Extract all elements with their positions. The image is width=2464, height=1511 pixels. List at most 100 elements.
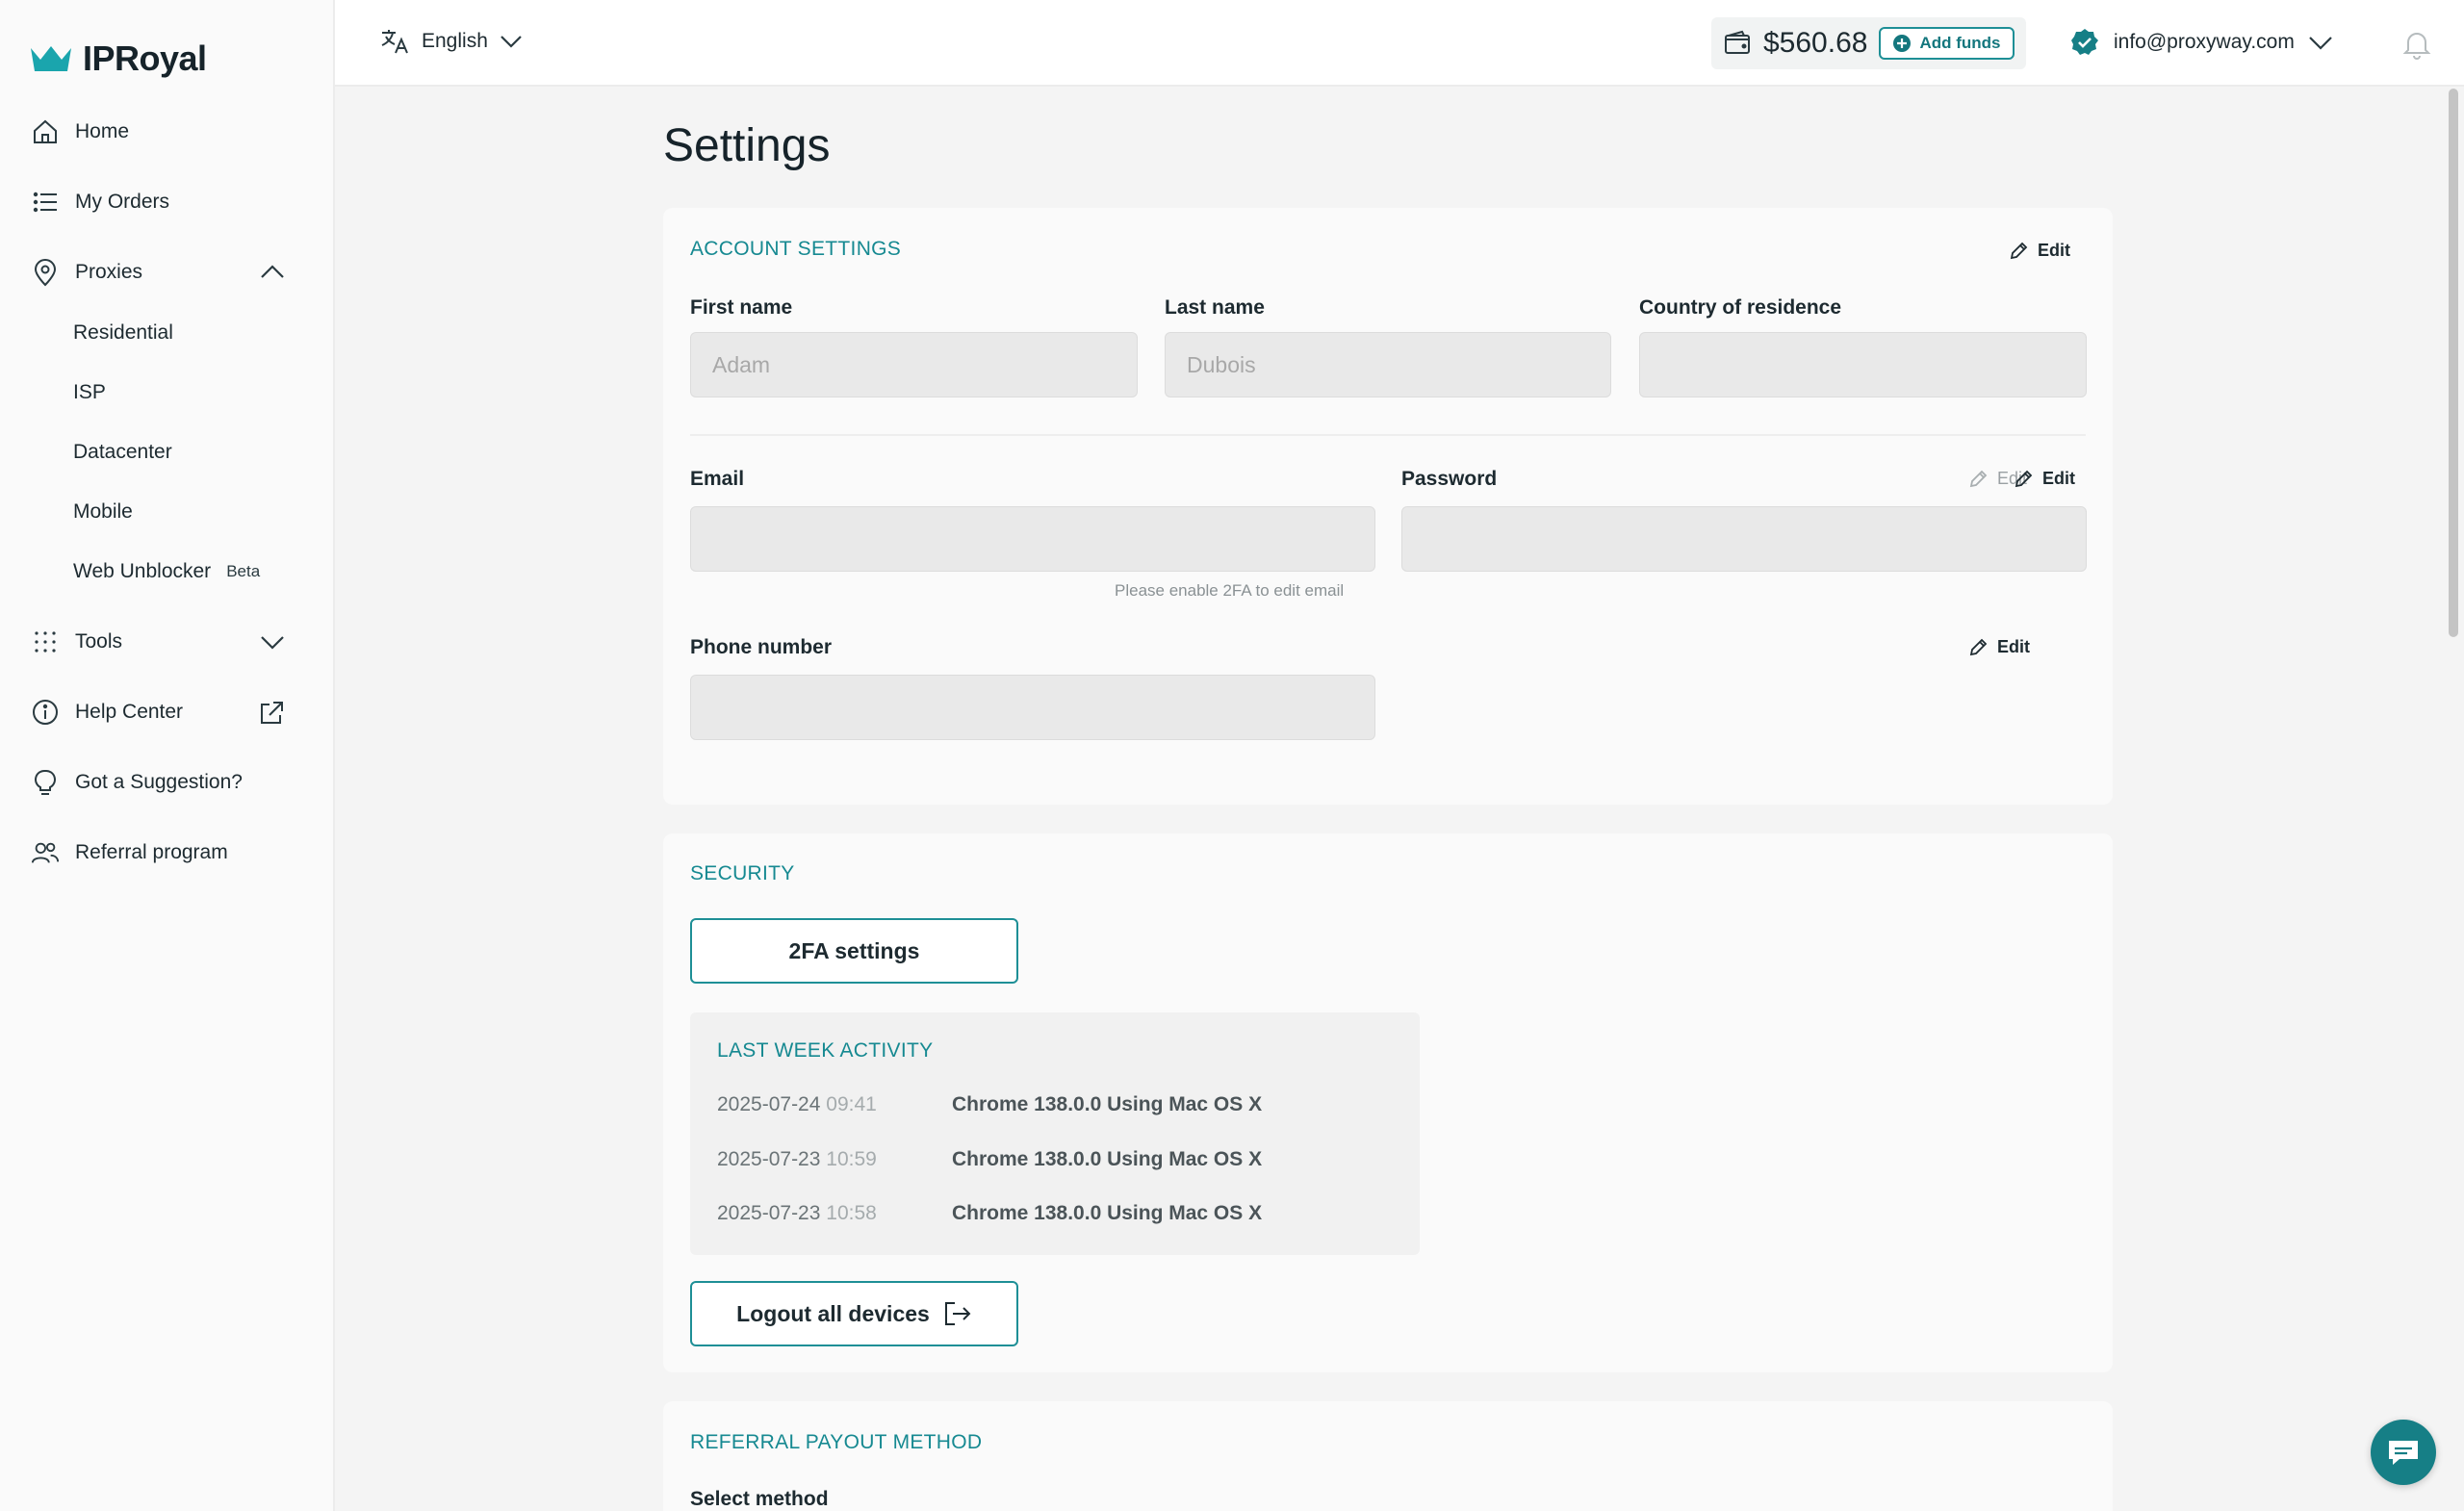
sidebar-item-referral-program[interactable]: Referral program: [31, 838, 228, 867]
sidebar-subitem-residential[interactable]: Residential: [73, 321, 173, 345]
sidebar-subitem-label: Residential: [73, 321, 173, 344]
beta-badge: Beta: [226, 562, 261, 580]
first-name-label: First name: [690, 296, 793, 319]
activity-description: Chrome 138.0.0 Using Mac OS X: [952, 1202, 1263, 1224]
edit-label: Edit: [1997, 637, 2030, 656]
brand-name: IPRoyal: [83, 38, 207, 78]
activity-date: 2025-07-23: [717, 1148, 821, 1170]
info-icon: [31, 698, 60, 727]
section-divider: [690, 434, 2086, 436]
sidebar-item-tools[interactable]: Tools: [31, 627, 122, 656]
phone-field[interactable]: [690, 675, 1375, 740]
chat-button[interactable]: [2371, 1420, 2436, 1485]
sidebar-item-my-orders[interactable]: My Orders: [31, 188, 169, 217]
location-pin-icon: [31, 258, 60, 287]
verified-badge-icon: [2071, 29, 2098, 55]
logout-label: Logout all devices: [736, 1300, 930, 1326]
security-card: SECURITY 2FA settings LAST WEEK ACTIVITY…: [663, 833, 2113, 1372]
wallet-icon: [1725, 30, 1750, 54]
sidebar-item-label: Referral program: [75, 841, 228, 863]
account-settings-title: ACCOUNT SETTINGS: [690, 238, 902, 260]
grid-dots-icon: [31, 627, 60, 656]
edit-label: Edit: [2038, 241, 2070, 260]
add-funds-button[interactable]: Add funds: [1879, 27, 2015, 60]
activity-row: 2025-07-23 10:59 Chrome 138.0.0 Using Ma…: [717, 1148, 1262, 1171]
language-label: English: [422, 30, 488, 52]
sidebar-item-label: Proxies: [75, 261, 143, 283]
crown-icon: [31, 46, 71, 71]
brand-logo[interactable]: IPRoyal: [29, 38, 207, 79]
account-settings-card: ACCOUNT SETTINGS Edit First name Adam La…: [663, 208, 2113, 805]
add-funds-label: Add funds: [1919, 34, 2001, 52]
last-week-activity-panel: LAST WEEK ACTIVITY 2025-07-24 09:41 Chro…: [690, 1012, 1420, 1255]
logout-all-devices-button[interactable]: Logout all devices: [690, 1281, 1018, 1346]
language-selector[interactable]: English: [379, 27, 523, 56]
chevron-down-icon[interactable]: [260, 631, 285, 653]
page-scrollbar[interactable]: [2443, 87, 2464, 1511]
translate-icon: [381, 30, 408, 54]
activity-description: Chrome 138.0.0 Using Mac OS X: [952, 1093, 1263, 1115]
activity-date: 2025-07-24: [717, 1093, 821, 1115]
pencil-icon: [1969, 470, 1988, 487]
first-name-field[interactable]: Adam: [690, 332, 1138, 397]
activity-row: 2025-07-23 10:58 Chrome 138.0.0 Using Ma…: [717, 1202, 1262, 1225]
last-name-label: Last name: [1165, 296, 1265, 319]
sidebar-item-label: Help Center: [75, 701, 184, 723]
scrollbar-thumb[interactable]: [2449, 89, 2458, 637]
external-link-icon[interactable]: [258, 700, 285, 727]
plus-circle-icon: [1893, 35, 1912, 52]
lightbulb-icon: [31, 768, 60, 797]
phone-label: Phone number: [690, 636, 833, 658]
password-field[interactable]: [1401, 506, 2087, 572]
user-email: info@proxyway.com: [2114, 31, 2295, 53]
sidebar-item-home[interactable]: Home: [31, 117, 129, 146]
sidebar: IPRoyal Home My Orders Proxies Residenti…: [0, 0, 335, 1511]
2fa-settings-label: 2FA settings: [788, 937, 920, 963]
password-label: Password: [1401, 468, 1498, 490]
bell-icon[interactable]: [2402, 29, 2431, 60]
top-bar: English $560.68 Add funds info@proxyway.…: [335, 0, 2464, 87]
country-field[interactable]: [1639, 332, 2087, 397]
sidebar-subitem-label: ISP: [73, 381, 106, 403]
activity-title: LAST WEEK ACTIVITY: [717, 1039, 934, 1062]
balance-amount: $560.68: [1763, 27, 1868, 59]
balance-widget: $560.68 Add funds: [1711, 17, 2026, 69]
home-icon: [31, 117, 60, 146]
chevron-down-icon: [500, 36, 522, 48]
activity-time: 09:41: [826, 1093, 877, 1115]
sidebar-subitem-label: Web Unblocker: [73, 560, 212, 582]
sidebar-subitem-isp[interactable]: ISP: [73, 381, 106, 404]
sidebar-item-suggestion[interactable]: Got a Suggestion?: [31, 768, 243, 797]
pencil-icon: [2015, 470, 2033, 487]
email-label: Email: [690, 468, 745, 490]
activity-time: 10:59: [826, 1148, 877, 1170]
phone-edit-button[interactable]: Edit: [1968, 637, 2030, 657]
chat-icon: [2389, 1441, 2418, 1465]
country-label: Country of residence: [1639, 296, 1842, 319]
sidebar-item-proxies[interactable]: Proxies: [31, 258, 142, 287]
users-icon: [31, 838, 60, 867]
chevron-up-icon[interactable]: [260, 262, 285, 283]
activity-time: 10:58: [826, 1202, 877, 1224]
sidebar-item-label: My Orders: [75, 191, 170, 213]
email-field[interactable]: [690, 506, 1375, 572]
pencil-icon: [1969, 638, 1988, 655]
edit-label: Edit: [2042, 469, 2075, 488]
user-menu[interactable]: info@proxyway.com: [2069, 27, 2333, 58]
sidebar-item-label: Got a Suggestion?: [75, 771, 243, 793]
activity-date: 2025-07-23: [717, 1202, 821, 1224]
last-name-field[interactable]: Dubois: [1165, 332, 1611, 397]
sidebar-subitem-label: Datacenter: [73, 441, 172, 463]
sidebar-item-help-center[interactable]: Help Center: [31, 698, 183, 727]
sidebar-subitem-mobile[interactable]: Mobile: [73, 500, 133, 524]
referral-payout-title: REFERRAL PAYOUT METHOD: [690, 1431, 983, 1453]
select-method-label: Select method: [690, 1488, 829, 1510]
sidebar-item-label: Home: [75, 120, 130, 142]
password-edit-button[interactable]: Edit: [2014, 469, 2075, 489]
sidebar-item-label: Tools: [75, 630, 123, 653]
2fa-settings-button[interactable]: 2FA settings: [690, 918, 1018, 984]
security-title: SECURITY: [690, 862, 795, 884]
account-edit-button[interactable]: Edit: [2009, 241, 2070, 261]
sidebar-subitem-web-unblocker[interactable]: Web Unblocker Beta: [73, 560, 260, 583]
sidebar-subitem-datacenter[interactable]: Datacenter: [73, 441, 172, 464]
